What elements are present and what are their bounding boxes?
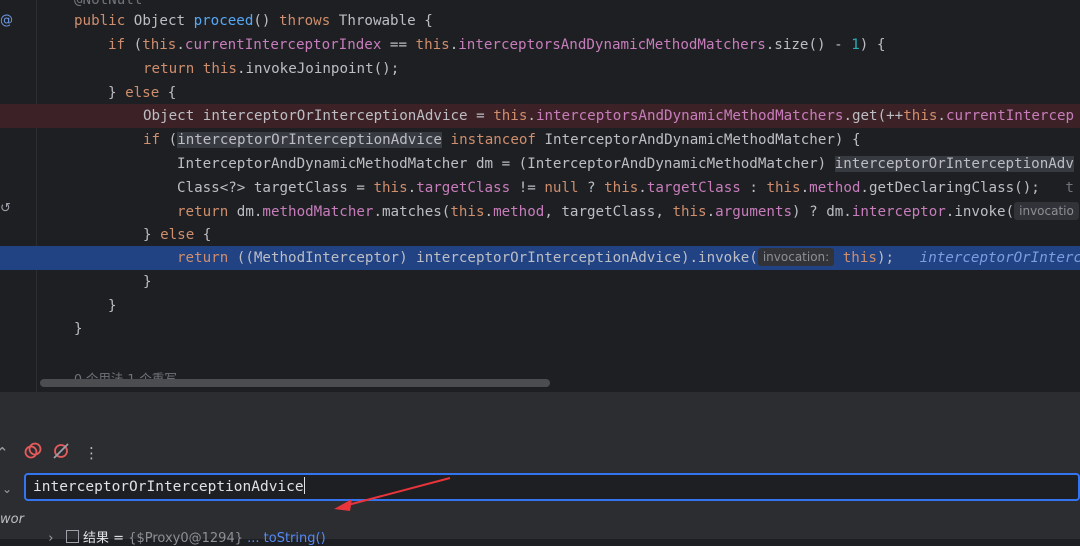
step-icon[interactable]: ⌃: [0, 444, 9, 462]
evaluation-result-row[interactable]: › 结果 = {$Proxy0@1294} ... toString(): [40, 512, 326, 546]
mute-breakpoints-icon[interactable]: [52, 442, 70, 464]
code-editor[interactable]: @ ↺ @NotNull public Object proceed() thr…: [0, 0, 1080, 392]
horizontal-scrollbar[interactable]: [40, 379, 550, 387]
object-icon: [65, 530, 79, 543]
view-breakpoints-icon[interactable]: [24, 442, 42, 464]
code-line: return dm.methodMatcher.matches(this.met…: [0, 200, 1080, 224]
parameter-hint: invocatio: [1014, 202, 1079, 220]
code-line: }: [143, 274, 152, 290]
code-line: Class<?> targetClass = this.targetClass …: [177, 180, 1074, 196]
annotation-arrow: [334, 477, 451, 511]
code-line: }: [74, 321, 83, 337]
chevron-down-icon[interactable]: ⌄: [2, 482, 12, 496]
code-line: if (interceptorOrInterceptionAdvice inst…: [143, 132, 861, 148]
frame-label-cut: wor: [0, 512, 24, 527]
evaluate-expression-input[interactable]: interceptorOrInterceptionAdvice: [24, 473, 1080, 501]
current-execution-line[interactable]: return ((MethodInterceptor) interceptorO…: [0, 246, 1080, 270]
code-line: InterceptorAndDynamicMethodMatcher dm = …: [177, 156, 1074, 172]
parameter-hint: invocation:: [757, 248, 835, 266]
code-line: public Object proceed() throws Throwable…: [74, 13, 433, 29]
more-options-icon[interactable]: ⋮: [84, 444, 99, 462]
code-line: return this.invokeJoinpoint();: [143, 61, 400, 77]
code-line: } else {: [143, 227, 212, 243]
code-line-error: Object interceptorOrInterceptionAdvice =…: [0, 104, 1080, 128]
code-line: } else {: [108, 85, 177, 101]
code-line: if (this.currentInterceptorIndex == this…: [108, 37, 886, 53]
code-line: }: [108, 298, 117, 314]
